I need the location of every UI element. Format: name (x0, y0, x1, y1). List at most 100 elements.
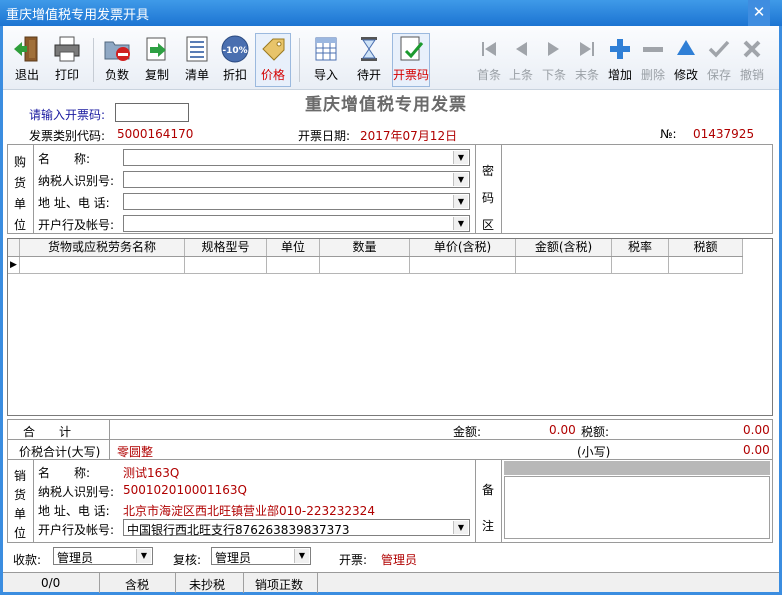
col-header-tax-amount: 税额 (669, 239, 743, 256)
cell-spec[interactable] (185, 257, 267, 274)
drawer-value: 管理员 (381, 553, 418, 567)
col-header-amount: 金额(含税) (516, 239, 612, 256)
next-record-icon (548, 42, 559, 56)
remarks-left-border (475, 459, 476, 543)
print-button[interactable]: 打印 (49, 34, 85, 88)
buyer-left-border (7, 144, 8, 234)
status-divider (99, 573, 100, 593)
discount-badge-icon: -10% (221, 35, 249, 63)
col-header-spec: 规格型号 (185, 239, 267, 256)
cell-name[interactable] (20, 257, 185, 274)
import-button[interactable]: 导入 (308, 34, 344, 88)
add-button[interactable]: 增加 (602, 34, 638, 88)
sum-label: 合 计 (23, 425, 72, 439)
amount-value: 0.00 (549, 423, 576, 437)
status-divider (175, 573, 176, 593)
remarks-divider (501, 459, 502, 543)
totals-divider (7, 439, 773, 440)
list-label: 清单 (184, 68, 209, 82)
negative-button[interactable]: 负数 (99, 34, 135, 88)
prev-record-button[interactable]: 上条 (503, 34, 539, 88)
list-button[interactable]: 清单 (179, 34, 215, 88)
copy-icon (146, 37, 166, 61)
buyer-top-border (7, 144, 773, 145)
close-button[interactable]: ✕ (748, 0, 770, 26)
chevron-down-icon: ▼ (453, 173, 468, 186)
drawer-label: 开票: (339, 553, 368, 567)
invoice-number-value: 01437925 (693, 127, 755, 141)
buyer-bank-select[interactable]: ▼ (123, 215, 470, 232)
first-record-button[interactable]: 首条 (471, 34, 507, 88)
invoice-heading: 重庆增值税专用发票 (305, 95, 467, 115)
seller-name-value: 测试163Q (123, 466, 180, 480)
total-words-label: 价税合计(大写) (19, 445, 101, 459)
chevron-down-icon: ▼ (453, 521, 468, 534)
items-header: 货物或应税劳务名称 规格型号 单位 数量 单价(含税) 金额(含税) 税率 税额 (8, 239, 743, 257)
status-records: 0/0 (41, 576, 61, 590)
table-row[interactable]: ▶ (8, 257, 743, 274)
title-bar: 重庆增值税专用发票开具 ✕ (0, 0, 782, 26)
totals-right-border (772, 419, 773, 459)
modify-button[interactable]: 修改 (668, 34, 704, 88)
cell-unit[interactable] (267, 257, 320, 274)
checked-document-icon (400, 36, 424, 61)
seller-bottom-border (7, 542, 773, 543)
cancel-button[interactable]: 撤销 (734, 34, 770, 88)
buyer-address-label: 地 址、电 话: (38, 196, 110, 210)
chevron-down-icon: ▼ (136, 549, 151, 563)
seller-bank-select[interactable]: 中国银行西北旺支行876263839837373 ▼ (123, 519, 470, 537)
discount-button[interactable]: -10% 折扣 (217, 34, 253, 88)
cell-unit-price[interactable] (410, 257, 516, 274)
next-record-button[interactable]: 下条 (536, 34, 572, 88)
save-button[interactable]: 保存 (701, 34, 737, 88)
invoice-code-button[interactable]: 开票码 (392, 33, 430, 87)
last-record-button[interactable]: 末条 (569, 34, 605, 88)
prev-record-icon (516, 42, 527, 56)
cell-tax-rate[interactable] (612, 257, 669, 274)
invoice-code-label: 开票码 (393, 68, 430, 82)
buyer-address-select[interactable]: ▼ (123, 193, 470, 210)
negative-label: 负数 (104, 68, 129, 82)
status-divider (243, 573, 244, 593)
chevron-down-icon: ▼ (453, 217, 468, 230)
payee-select[interactable]: 管理员 ▼ (53, 547, 153, 565)
remarks-textarea[interactable] (504, 476, 770, 539)
seller-divider (33, 459, 34, 543)
invoice-number-label: №: (660, 127, 677, 141)
buyer-section-label: 购货单位 (13, 155, 26, 232)
add-label: 增加 (607, 68, 632, 82)
buyer-bottom-border (7, 233, 773, 234)
buyer-name-label: 名 称: (38, 152, 91, 166)
status-bar: 0/0 含税 未抄税 销项正数 (3, 572, 779, 593)
reviewer-select[interactable]: 管理员 ▼ (211, 547, 311, 565)
seller-section-label: 销货单位 (13, 469, 26, 540)
cell-amount[interactable] (516, 257, 612, 274)
cell-quantity[interactable] (320, 257, 410, 274)
cipher-section-label: 密码区 (481, 164, 494, 232)
buyer-taxid-label: 纳税人识别号: (38, 174, 115, 188)
minus-icon (643, 47, 663, 52)
col-header-unit: 单位 (267, 239, 320, 256)
exit-door-icon (14, 36, 38, 62)
pending-button[interactable]: 待开 (351, 34, 387, 88)
buyer-taxid-select[interactable]: ▼ (123, 171, 470, 188)
first-record-label: 首条 (476, 68, 501, 82)
cell-tax-amount[interactable] (669, 257, 743, 274)
toolbar: 退出 打印 负数 复制 清单 -10% 折扣 价格 导入 待开 开票码 首条 上… (3, 26, 779, 90)
hourglass-icon (361, 37, 377, 61)
enter-code-label: 请输入开票码: (29, 108, 106, 122)
remarks-section-label: 备注 (481, 483, 494, 533)
seller-left-border (7, 459, 8, 543)
copy-button[interactable]: 复制 (139, 34, 175, 88)
delete-button[interactable]: 删除 (635, 34, 671, 88)
svg-text:-10%: -10% (222, 46, 247, 56)
exit-button[interactable]: 退出 (9, 34, 45, 88)
invoice-code-input[interactable] (115, 103, 189, 122)
buyer-name-select[interactable]: ▼ (123, 149, 470, 166)
tax-label: 税额: (581, 425, 610, 439)
payee-label: 收款: (13, 553, 42, 567)
toolbar-divider (299, 38, 300, 82)
import-label: 导入 (313, 68, 338, 82)
printer-icon (54, 36, 80, 62)
price-button[interactable]: 价格 (255, 33, 291, 87)
